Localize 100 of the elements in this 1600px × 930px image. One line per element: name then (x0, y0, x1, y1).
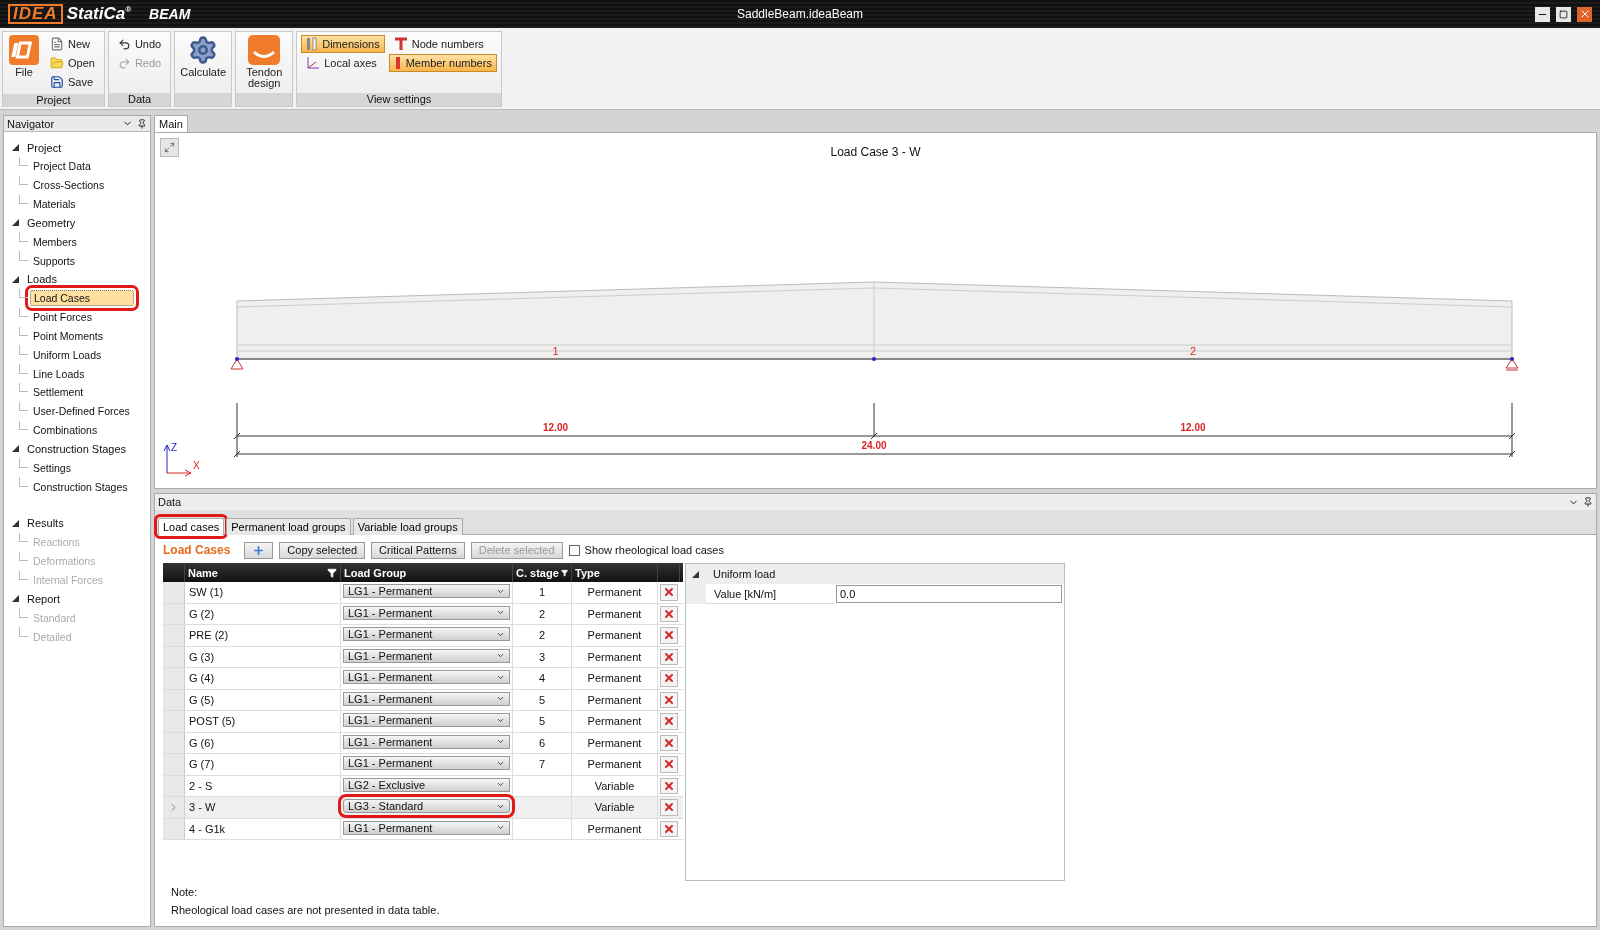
delete-button[interactable] (660, 734, 678, 751)
dropdown[interactable]: LG1 - Permanent (343, 734, 510, 749)
dropdown[interactable]: LG1 - Permanent (343, 605, 510, 620)
dropdown[interactable]: LG2 - Exclusive (343, 777, 510, 792)
table-cell: Permanent (572, 754, 658, 775)
tree-item[interactable]: Report (27, 592, 61, 605)
table-cell: SW (1) (185, 582, 341, 603)
delete-button[interactable] (660, 799, 678, 816)
table-row[interactable]: 4 - G1k LG1 - Permanent Permanent (163, 818, 683, 840)
filter-icon[interactable] (327, 567, 337, 578)
checkbox[interactable] (568, 544, 580, 556)
table-cell: G (4) (185, 668, 341, 689)
dropdown[interactable]: LG1 - Permanent (343, 713, 510, 727)
toolbar-button[interactable]: Copy selected (279, 541, 366, 559)
table-row[interactable]: G (3) LG1 - Permanent 3 Permanent (163, 646, 683, 668)
dropdown[interactable]: LG1 - Permanent (343, 756, 510, 770)
pin-icon[interactable] (1583, 497, 1593, 507)
table-row[interactable]: G (6) LG1 - Permanent 6 Permanent (163, 732, 683, 754)
table-row[interactable]: G (5) LG1 - Permanent 5 Permanent (163, 689, 683, 711)
tree-item[interactable]: Project Data (30, 159, 94, 174)
toggle-button[interactable]: Node numbers (388, 35, 497, 53)
tree-item[interactable]: Line Loads (30, 366, 88, 381)
expander-icon[interactable] (12, 445, 19, 453)
tree-item[interactable]: Loads (27, 273, 57, 286)
delete-button[interactable] (660, 777, 678, 794)
expander-icon[interactable] (12, 595, 19, 603)
tab[interactable]: Permanent load groups (226, 518, 351, 535)
ribbon-button[interactable]: Undo (112, 35, 167, 53)
tree-item[interactable]: Settings (30, 460, 74, 475)
expander-icon[interactable] (12, 219, 19, 227)
dropdown[interactable]: LG1 - Permanent (343, 627, 510, 641)
expander-icon[interactable] (12, 519, 19, 527)
ribbon-button[interactable]: Save (45, 73, 100, 91)
delete-button[interactable] (660, 756, 678, 773)
dropdown[interactable]: LG1 - Permanent (343, 691, 510, 706)
dropdown[interactable]: LG1 - Permanent (343, 648, 510, 663)
fit-view-button[interactable] (160, 138, 179, 157)
delete-icon (663, 607, 675, 620)
table-row[interactable]: PRE (2) LG1 - Permanent 2 Permanent (163, 625, 683, 647)
table-cell: Permanent (572, 646, 658, 667)
expander-icon[interactable] (692, 570, 699, 578)
value-field[interactable]: 0.0 (836, 585, 1062, 603)
tree-item[interactable]: Construction Stages (27, 442, 127, 455)
delete-button[interactable] (660, 627, 678, 644)
ribbon-button[interactable]: Tendon design (240, 35, 289, 90)
toggle-button[interactable]: Local axes (301, 54, 385, 72)
dropdown[interactable]: LG1 - Permanent (343, 820, 510, 835)
add-button[interactable] (244, 541, 274, 559)
table-row[interactable]: POST (5) LG1 - Permanent 5 Permanent (163, 711, 683, 733)
ribbon-button[interactable]: Calculate (179, 35, 228, 90)
tree-item[interactable]: Members (30, 234, 80, 249)
pin-icon[interactable] (137, 118, 147, 129)
delete-button[interactable] (660, 691, 678, 708)
tab[interactable]: Variable load groups (352, 518, 463, 535)
delete-button[interactable] (660, 820, 678, 837)
tree-item[interactable]: Project (27, 141, 62, 154)
tab[interactable]: Main (154, 115, 188, 132)
minimize-button[interactable] (1535, 6, 1550, 22)
table-row[interactable]: G (4) LG1 - Permanent 4 Permanent (163, 668, 683, 690)
table-cell: Permanent (572, 668, 658, 689)
tree-item[interactable]: Uniform Loads (30, 347, 105, 362)
ribbon-button[interactable]: File (7, 35, 41, 91)
table-row[interactable]: G (7) LG1 - Permanent 7 Permanent (163, 754, 683, 776)
table-row[interactable]: SW (1) LG1 - Permanent 1 Permanent (163, 582, 683, 604)
tree-item[interactable]: Results (27, 517, 64, 530)
table-cell: POST (5) (185, 711, 341, 732)
expander-icon[interactable] (12, 276, 19, 283)
delete-button[interactable] (660, 670, 678, 687)
toggle-button[interactable]: Member numbers (388, 54, 497, 72)
tree-item[interactable]: Supports (30, 253, 79, 268)
table-row[interactable]: G (2) LG1 - Permanent 2 Permanent (163, 603, 683, 625)
tree-item[interactable]: Materials (30, 197, 79, 211)
tree-item[interactable]: Construction Stages (30, 479, 131, 494)
toolbar-button[interactable]: Critical Patterns (371, 541, 465, 559)
tree-item[interactable]: Cross-Sections (30, 178, 108, 193)
ribbon-button[interactable]: Open (45, 54, 100, 72)
delete-button[interactable] (660, 605, 678, 622)
tree-connector (19, 570, 28, 580)
delete-icon (663, 650, 675, 663)
close-button[interactable] (1577, 6, 1592, 22)
z-axis-arrow (163, 444, 171, 474)
tree-item[interactable]: Point Moments (30, 328, 107, 343)
maximize-button[interactable] (1556, 6, 1571, 22)
table-cell: PRE (2) (185, 625, 341, 646)
table-row[interactable]: 3 - W LG3 - Standard Variable (163, 797, 683, 819)
tree-item[interactable]: Combinations (30, 422, 101, 437)
dropdown[interactable]: LG1 - Permanent (343, 670, 510, 684)
expander-icon[interactable] (12, 144, 19, 151)
delete-button[interactable] (660, 648, 678, 665)
tree-item[interactable]: Settlement (30, 385, 87, 400)
dropdown[interactable]: LG1 - Permanent (343, 584, 510, 598)
delete-button[interactable] (660, 584, 678, 601)
delete-button[interactable] (660, 713, 678, 730)
dimension-value: 12.00 (543, 422, 568, 433)
toggle-button[interactable]: Dimensions (301, 35, 385, 53)
ribbon-button[interactable]: New (45, 35, 100, 53)
tree-item[interactable]: Point Forces (30, 310, 95, 325)
tree-item[interactable]: User-Defined Forces (30, 404, 133, 419)
filter-icon[interactable] (560, 567, 568, 578)
tree-item[interactable]: Geometry (27, 216, 76, 229)
